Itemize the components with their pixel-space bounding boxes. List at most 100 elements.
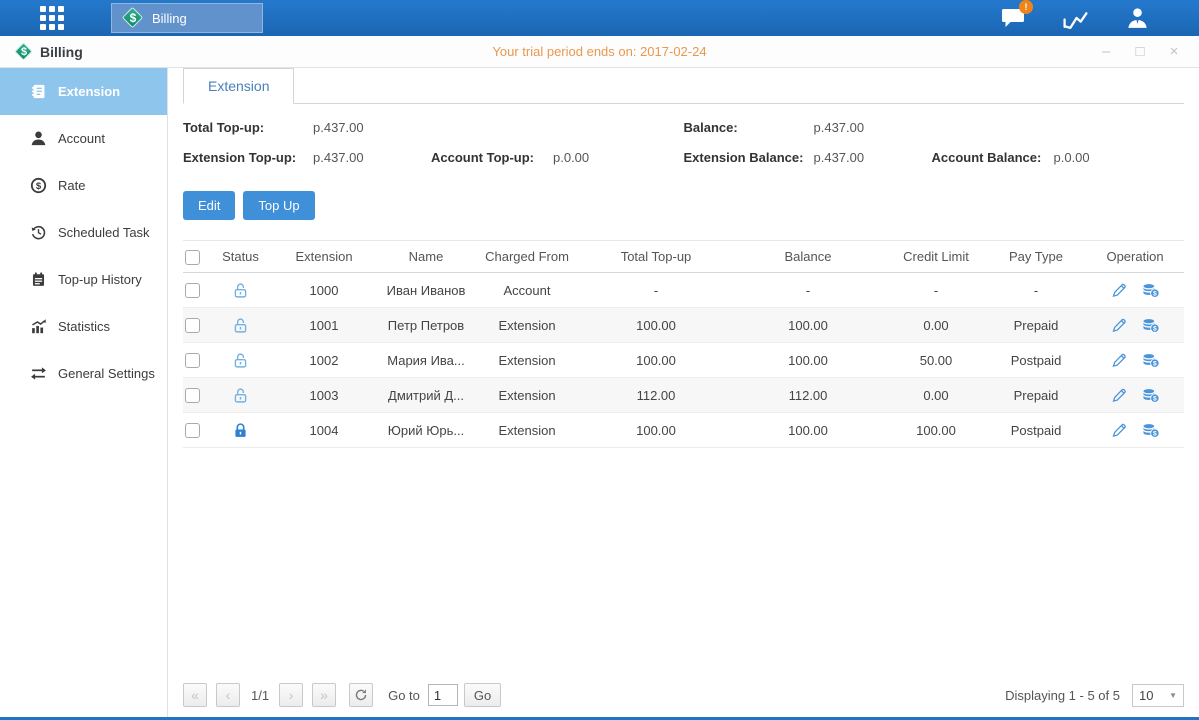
next-page-button[interactable]: › [279, 683, 303, 707]
account-topup-value: p.0.00 [553, 150, 671, 165]
extension-topup-label: Extension Top-up: [183, 150, 313, 165]
table-row: 1003Дмитрий Д...Extension112.00112.000.0… [183, 378, 1184, 413]
cell-charged-from: Extension [472, 343, 582, 378]
user-account-icon[interactable] [1123, 5, 1151, 31]
topup-button[interactable]: Top Up [243, 191, 314, 220]
row-topup-icon[interactable]: $ [1142, 387, 1160, 404]
sidebar-item-label: Top-up History [58, 272, 142, 287]
header-pay-type: Pay Type [986, 241, 1086, 273]
cell-extension: 1000 [268, 273, 380, 308]
unlocked-padlock-icon [232, 351, 249, 366]
svg-text:$: $ [1153, 360, 1157, 367]
cell-balance: 100.00 [730, 343, 886, 378]
row-checkbox[interactable] [185, 318, 200, 333]
header-operation: Operation [1086, 241, 1184, 273]
refresh-button[interactable] [349, 683, 373, 707]
extensions-table: Status Extension Name Charged From Total… [183, 240, 1184, 448]
go-button[interactable]: Go [464, 683, 501, 707]
sidebar-item-general-settings[interactable]: General Settings [0, 350, 167, 397]
sidebar-item-scheduled-task[interactable]: Scheduled Task [0, 209, 167, 256]
row-checkbox[interactable] [185, 283, 200, 298]
chevron-down-icon: ▼ [1169, 691, 1177, 700]
row-topup-icon[interactable]: $ [1142, 352, 1160, 369]
close-button[interactable]: × [1165, 44, 1183, 59]
cell-extension: 1003 [268, 378, 380, 413]
account-topup-label: Account Top-up: [431, 150, 553, 165]
billing-app-icon: $ [122, 7, 144, 29]
unlocked-padlock-icon [232, 386, 249, 401]
cell-credit-limit: 0.00 [886, 378, 986, 413]
topbar-tab-billing[interactable]: $ Billing [111, 3, 263, 33]
extension-icon [30, 83, 47, 100]
content-area: Extension Total Top-up: p.437.00 Balance… [168, 68, 1199, 717]
topbar-icons: ! [999, 5, 1151, 31]
messages-icon[interactable]: ! [999, 5, 1027, 31]
last-page-button[interactable]: » [312, 683, 336, 707]
cell-total-topup: 100.00 [582, 308, 730, 343]
svg-text:$: $ [1153, 325, 1157, 332]
row-edit-icon[interactable] [1110, 422, 1128, 439]
row-edit-icon[interactable] [1110, 387, 1128, 404]
cell-name: Дмитрий Д... [380, 378, 472, 413]
prev-page-button[interactable]: ‹ [216, 683, 240, 707]
window-title-text: Billing [40, 44, 83, 60]
topbar-tab-label: Billing [152, 11, 187, 26]
page-size-value: 10 [1139, 688, 1153, 703]
cell-total-topup: 100.00 [582, 343, 730, 378]
table-row: 1002Мария Ива...Extension100.00100.0050.… [183, 343, 1184, 378]
sidebar-item-rate[interactable]: $Rate [0, 162, 167, 209]
extension-balance-label: Extension Balance: [684, 150, 814, 165]
cell-name: Петр Петров [380, 308, 472, 343]
row-edit-icon[interactable] [1110, 317, 1128, 334]
window-titlebar: $ Billing Your trial period ends on: 201… [0, 36, 1199, 68]
row-checkbox[interactable] [185, 388, 200, 403]
account-icon [30, 130, 47, 147]
row-topup-icon[interactable]: $ [1142, 282, 1160, 299]
billing-window-icon: $ [14, 42, 34, 62]
header-charged-from: Charged From [472, 241, 582, 273]
cell-pay-type: Postpaid [986, 413, 1086, 448]
cell-charged-from: Extension [472, 308, 582, 343]
header-status: Status [213, 241, 268, 273]
statistics-icon [30, 318, 47, 335]
svg-text:$: $ [1153, 290, 1157, 297]
app-grid-icon[interactable] [35, 1, 69, 35]
window-title: $ Billing [14, 42, 83, 62]
cell-charged-from: Account [472, 273, 582, 308]
cell-balance: - [730, 273, 886, 308]
goto-label: Go to [388, 688, 420, 703]
header-total-topup: Total Top-up [582, 241, 730, 273]
maximize-button[interactable]: □ [1131, 44, 1149, 59]
first-page-button[interactable]: « [183, 683, 207, 707]
row-checkbox[interactable] [185, 353, 200, 368]
tab-extension[interactable]: Extension [183, 68, 294, 104]
row-topup-icon[interactable]: $ [1142, 422, 1160, 439]
row-edit-icon[interactable] [1110, 352, 1128, 369]
cell-pay-type: Prepaid [986, 378, 1086, 413]
edit-button[interactable]: Edit [183, 191, 235, 220]
reports-chart-icon[interactable] [1061, 5, 1089, 31]
sidebar-item-label: Statistics [58, 319, 110, 334]
scheduled-task-icon [30, 224, 47, 241]
sidebar-item-account[interactable]: Account [0, 115, 167, 162]
sidebar-item-topup-history[interactable]: Top-up History [0, 256, 167, 303]
cell-total-topup: - [582, 273, 730, 308]
cell-name: Юрий Юрь... [380, 413, 472, 448]
cell-extension: 1004 [268, 413, 380, 448]
row-checkbox[interactable] [185, 423, 200, 438]
goto-page-input[interactable] [428, 684, 458, 706]
page-size-select[interactable]: 10 ▼ [1132, 684, 1184, 707]
action-buttons: Edit Top Up [183, 191, 1184, 220]
svg-text:$: $ [1153, 430, 1157, 437]
billing-app-window: $ Billing ! $ Billing Your trial perio [0, 0, 1199, 720]
sidebar-item-label: General Settings [58, 366, 155, 381]
sidebar-item-extension[interactable]: Extension [0, 68, 167, 115]
header-extension: Extension [268, 241, 380, 273]
select-all-checkbox[interactable] [185, 250, 200, 265]
row-topup-icon[interactable]: $ [1142, 317, 1160, 334]
total-topup-label: Total Top-up: [183, 120, 313, 135]
minimize-button[interactable]: – [1097, 44, 1115, 59]
sidebar-item-statistics[interactable]: Statistics [0, 303, 167, 350]
table-header-row: Status Extension Name Charged From Total… [183, 241, 1184, 273]
row-edit-icon[interactable] [1110, 282, 1128, 299]
